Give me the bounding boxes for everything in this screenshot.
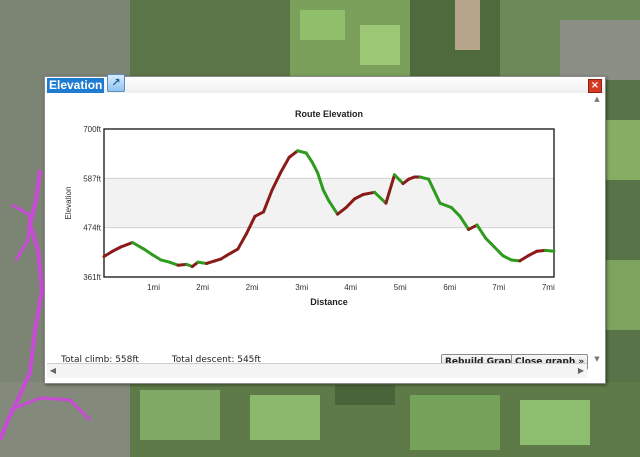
x-axis-ticks: 1mi 2mi 2mi 3mi 4mi 5mi 6mi 7mi 7mi <box>147 283 555 292</box>
descent-segment <box>304 151 314 164</box>
scroll-right-icon[interactable]: ▶ <box>577 366 585 376</box>
climb-segment <box>102 249 115 258</box>
descent-segment <box>130 241 146 251</box>
chart-bands <box>104 128 554 229</box>
descent-segment <box>150 253 163 262</box>
x-tick-label: 2mi <box>246 283 259 292</box>
climb-segment <box>224 247 240 258</box>
x-tick-label: 5mi <box>394 283 407 292</box>
chart-title: Route Elevation <box>295 109 363 119</box>
window-title: Elevation <box>47 78 105 93</box>
descent-segment <box>484 236 496 249</box>
x-tick-label: 6mi <box>443 283 456 292</box>
window-titlebar: Elevation ↗ × <box>45 74 605 93</box>
y-tick-label: 700ft <box>83 125 102 134</box>
descent-segment <box>543 248 556 253</box>
scroll-left-icon[interactable]: ◀ <box>49 366 57 376</box>
scroll-up-icon[interactable]: ▲ <box>593 95 601 103</box>
climb-segment <box>279 155 291 175</box>
elevation-window: Elevation ↗ × Route Elevation 700ft 587ft… <box>44 74 606 384</box>
y-tick-label: 474ft <box>83 224 102 233</box>
climb-segment <box>518 254 530 263</box>
x-tick-label: 2mi <box>196 283 209 292</box>
x-tick-label: 7mi <box>492 283 505 292</box>
x-tick-label: 1mi <box>147 283 160 292</box>
horizontal-scrollbar[interactable]: ◀ ▶ <box>47 363 587 378</box>
graph-panel: Route Elevation 700ft 587ft 474ft 361ft 1mi… <box>51 95 589 370</box>
y-axis-ticks: 700ft 587ft 474ft 361ft <box>83 125 102 282</box>
descent-segment <box>142 247 154 257</box>
climb-segment <box>119 241 134 249</box>
x-tick-label: 7mi <box>542 283 555 292</box>
vertical-scrollbar[interactable]: ▲ ▼ <box>592 95 602 363</box>
climb-segment <box>236 232 248 251</box>
scroll-down-icon[interactable]: ▼ <box>593 355 601 363</box>
x-tick-label: 3mi <box>295 283 308 292</box>
popout-icon[interactable]: ↗ <box>107 74 125 92</box>
x-axis-label: Distance <box>310 297 348 307</box>
close-icon[interactable]: × <box>588 79 602 93</box>
y-axis-label: Elevation <box>64 187 73 220</box>
x-tick-label: 4mi <box>344 283 357 292</box>
y-tick-label: 361ft <box>83 273 102 282</box>
climb-segment <box>287 149 300 159</box>
descent-segment <box>310 160 320 175</box>
elevation-chart: Route Elevation 700ft 587ft 474ft 361ft 1mi… <box>64 109 556 307</box>
descent-segment <box>492 245 505 258</box>
y-tick-label: 587ft <box>83 174 102 183</box>
